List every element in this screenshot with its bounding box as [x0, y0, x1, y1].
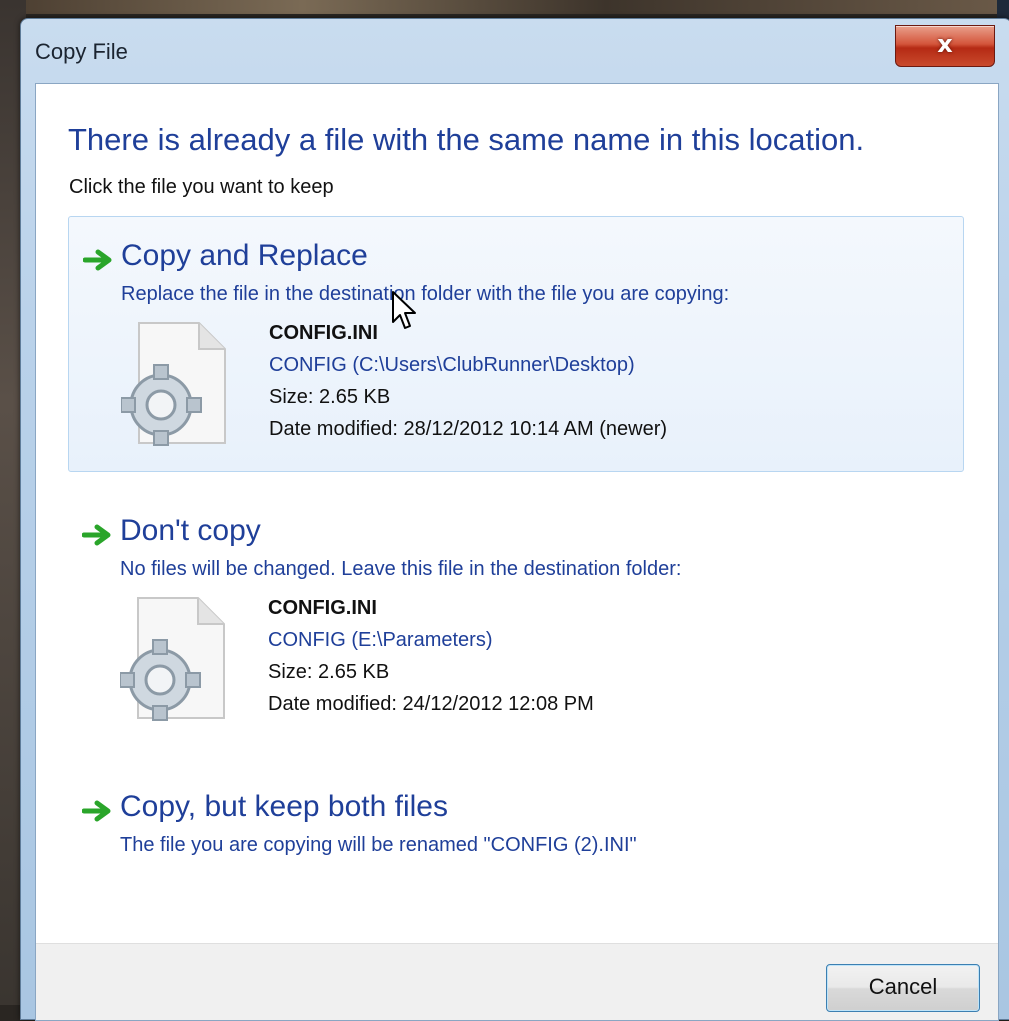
option-title: Copy and Replace: [121, 239, 368, 272]
desktop-background-top: [0, 0, 1009, 14]
green-arrow-icon: [83, 249, 112, 271]
copy-file-dialog: Copy File x There is already a file with…: [20, 18, 1009, 1021]
window-title: Copy File: [35, 39, 128, 64]
dialog-instruction: Click the file you want to keep: [69, 176, 334, 198]
file-location: CONFIG (C:\Users\ClubRunner\Desktop): [269, 354, 635, 376]
file-name: CONFIG.INI: [269, 322, 378, 344]
config-file-gear-icon: [120, 597, 225, 721]
option-description: Replace the file in the destination fold…: [121, 283, 730, 305]
option-title: Copy, but keep both files: [120, 790, 448, 823]
option-copy-and-replace[interactable]: Copy and Replace Replace the file in the…: [68, 216, 964, 472]
mouse-pointer-icon: [392, 291, 416, 329]
destination-file-info: CONFIG.INI CONFIG (E:\Parameters) Size: …: [268, 592, 594, 720]
option-description: No files will be changed. Leave this fil…: [120, 558, 682, 580]
file-size: Size: 2.65 KB: [268, 661, 390, 683]
title-bar[interactable]: Copy File x: [21, 19, 1009, 83]
option-keep-both-files[interactable]: Copy, but keep both files The file you a…: [68, 768, 962, 878]
green-arrow-icon: [82, 800, 111, 822]
file-size: Size: 2.65 KB: [269, 386, 391, 408]
config-file-gear-icon: [121, 322, 226, 446]
option-dont-copy[interactable]: Don't copy No files will be changed. Lea…: [68, 492, 962, 746]
close-icon: x: [937, 30, 953, 58]
option-description: The file you are copying will be renamed…: [120, 834, 637, 856]
dialog-content: There is already a file with the same na…: [35, 83, 999, 1021]
close-button[interactable]: x: [895, 25, 995, 67]
file-name: CONFIG.INI: [268, 597, 377, 619]
file-location: CONFIG (E:\Parameters): [268, 629, 493, 651]
option-title: Don't copy: [120, 514, 261, 547]
green-arrow-icon: [82, 524, 111, 546]
dialog-headline: There is already a file with the same na…: [68, 122, 865, 157]
dialog-footer: Cancel: [36, 943, 998, 1020]
file-date-modified: Date modified: 28/12/2012 10:14 AM (newe…: [269, 418, 668, 440]
source-file-info: CONFIG.INI CONFIG (C:\Users\ClubRunner\D…: [269, 317, 667, 445]
file-date-modified: Date modified: 24/12/2012 12:08 PM: [268, 693, 594, 715]
